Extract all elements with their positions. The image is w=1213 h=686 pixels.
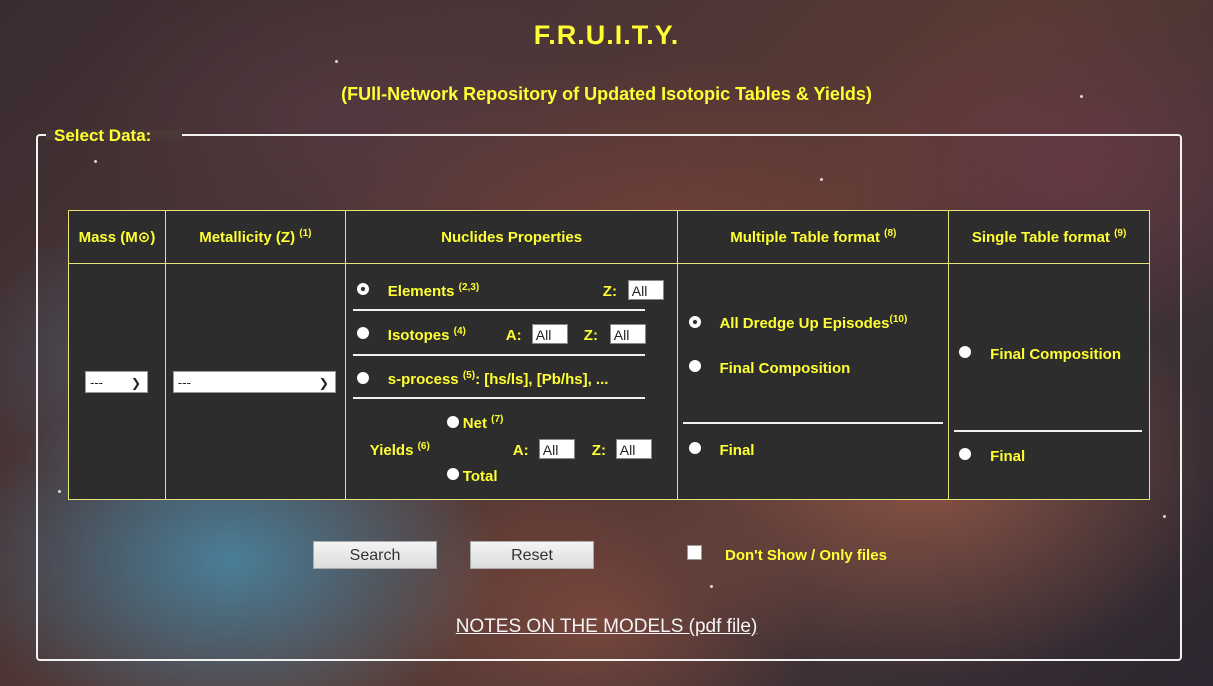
divider — [683, 422, 944, 424]
multiple-format-cell: All Dredge Up Episodes(10) Final Composi… — [677, 263, 950, 500]
multiple-format-header: Multiple Table format (8) — [677, 210, 950, 264]
reset-button[interactable]: Reset — [470, 541, 594, 569]
metallicity-cell: --- ❯ — [164, 263, 346, 500]
sprocess-label: s-process (5): [hs/ls], [Pb/hs], ... — [387, 370, 609, 388]
isotopes-z-input[interactable]: All — [609, 324, 646, 344]
single-final-label: Final — [990, 448, 1026, 465]
table-body-row: --- ❯ --- ❯ Elements (2,3) Z: All Isotop… — [68, 263, 1150, 500]
isotopes-z-label: Z: — [583, 327, 598, 344]
mass-cell: --- ❯ — [68, 263, 166, 500]
single-final-composition-label: Final Composition — [990, 346, 1121, 363]
notes-link[interactable]: NOTES ON THE MODELS (pdf file) — [0, 616, 1213, 638]
data-selection-table: Mass (M⊙) Metallicity (Z) (1) Nuclides P… — [68, 210, 1150, 500]
divider — [352, 354, 645, 356]
mass-select[interactable]: --- ❯ — [85, 371, 148, 393]
chevron-down-icon: ❯ — [130, 376, 141, 390]
isotopes-a-label: A: — [505, 327, 522, 344]
yields-a-input[interactable]: All — [538, 439, 575, 459]
page-subtitle: (FUll-Network Repository of Updated Isot… — [341, 84, 872, 104]
search-button[interactable]: Search — [313, 541, 437, 569]
yields-total-label: Total — [462, 468, 498, 485]
single-final-radio[interactable] — [959, 448, 972, 460]
metallicity-header: Metallicity (Z) (1) — [164, 210, 346, 264]
yields-a-label: A: — [512, 442, 529, 459]
yields-label: Yields (6) — [369, 441, 430, 459]
nuclides-header: Nuclides Properties — [344, 210, 679, 264]
elements-z-label: Z: — [602, 283, 617, 300]
yields-z-input[interactable]: All — [615, 439, 652, 459]
isotopes-a-input[interactable]: All — [531, 324, 568, 344]
single-format-header: Single Table format (9) — [948, 210, 1150, 264]
multiple-final-composition-radio[interactable] — [689, 360, 702, 372]
isotopes-radio[interactable] — [356, 327, 369, 339]
elements-z-input[interactable]: All — [627, 280, 664, 300]
elements-radio[interactable] — [356, 283, 369, 295]
star-decoration — [335, 60, 338, 63]
chevron-down-icon: ❯ — [318, 376, 329, 390]
yields-total-radio[interactable] — [446, 468, 459, 480]
page-title: F.R.U.I.T.Y. — [533, 20, 680, 50]
isotopes-label: Isotopes (4) — [387, 326, 466, 344]
multiple-final-radio[interactable] — [689, 442, 702, 454]
divider — [352, 309, 645, 311]
mass-header: Mass (M⊙) — [68, 210, 166, 264]
single-final-composition-radio[interactable] — [959, 346, 972, 358]
all-dredge-label: All Dredge Up Episodes(10) — [719, 314, 908, 332]
yields-z-label: Z: — [591, 442, 606, 459]
all-dredge-radio[interactable] — [689, 316, 702, 328]
yields-net-label: Net (7) — [462, 414, 504, 432]
multiple-final-label: Final — [719, 442, 755, 459]
metallicity-select[interactable]: --- ❯ — [172, 371, 336, 393]
table-header-row: Mass (M⊙) Metallicity (Z) (1) Nuclides P… — [68, 210, 1150, 264]
single-format-cell: Final Composition Final — [948, 263, 1150, 500]
select-data-legend: Select Data: — [54, 126, 152, 145]
divider — [954, 430, 1143, 432]
only-files-label: Don't Show / Only files — [725, 547, 887, 564]
nuclides-cell: Elements (2,3) Z: All Isotopes (4) A: Al… — [344, 263, 679, 500]
divider — [352, 397, 645, 399]
sprocess-radio[interactable] — [356, 372, 369, 384]
only-files-checkbox[interactable] — [687, 545, 702, 560]
elements-label: Elements (2,3) — [387, 282, 480, 300]
multiple-final-composition-label: Final Composition — [719, 360, 851, 377]
yields-net-radio[interactable] — [446, 416, 459, 428]
